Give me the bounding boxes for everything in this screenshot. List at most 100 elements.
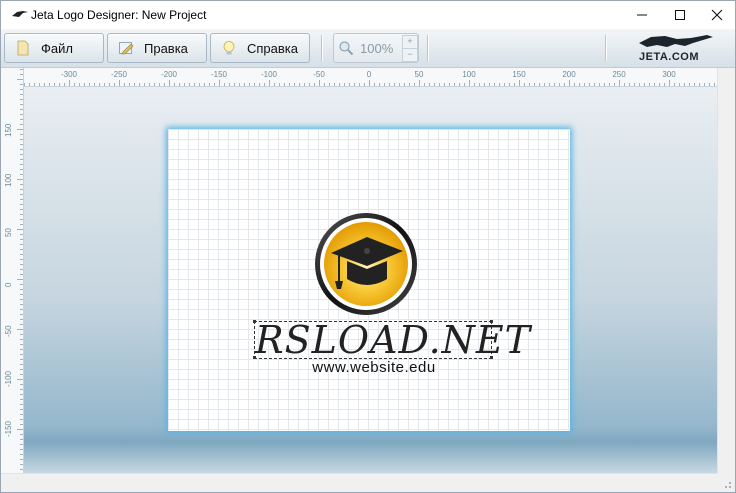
- ruler-tick: [20, 169, 23, 170]
- ruler-tick: [624, 83, 625, 86]
- zoom-value[interactable]: 100%: [360, 41, 393, 56]
- ruler-h-label: 200: [562, 70, 576, 79]
- ruler-tick: [20, 174, 23, 175]
- ruler-v-label: 0: [4, 282, 13, 287]
- ruler-tick: [20, 104, 23, 105]
- ruler-tick: [99, 83, 100, 86]
- ruler-v-label: -150: [4, 420, 13, 437]
- ruler-tick: [20, 269, 23, 270]
- ruler-tick: [599, 83, 600, 86]
- zoom-magnifier-icon: [339, 41, 354, 56]
- ruler-tick: [349, 83, 350, 86]
- ruler-tick: [20, 74, 23, 75]
- help-menu-button[interactable]: Справка: [210, 33, 310, 63]
- ruler-tick: [274, 83, 275, 86]
- graduation-cap-icon[interactable]: [313, 211, 419, 317]
- ruler-tick: [20, 124, 23, 125]
- ruler-tick: [414, 83, 415, 86]
- ruler-tick: [354, 83, 355, 86]
- ruler-tick: [169, 80, 170, 86]
- website-text-layer[interactable]: www.website.edu: [254, 359, 494, 376]
- selection-handle[interactable]: [490, 320, 493, 323]
- vertical-scrollbar[interactable]: [717, 68, 735, 473]
- ruler-tick: [699, 83, 700, 86]
- file-icon: [17, 40, 29, 56]
- zoom-out-button[interactable]: −: [402, 48, 418, 62]
- ruler-tick: [279, 83, 280, 86]
- ruler-tick: [374, 83, 375, 86]
- ruler-tick: [44, 83, 45, 86]
- ruler-tick: [39, 83, 40, 86]
- horizontal-scrollbar[interactable]: [1, 473, 717, 492]
- edit-menu-button[interactable]: Правка: [107, 33, 207, 63]
- ruler-tick: [284, 83, 285, 86]
- ruler-v-label: -100: [4, 370, 13, 387]
- ruler-v-label: 100: [4, 173, 13, 187]
- ruler-tick: [20, 154, 23, 155]
- ruler-tick: [564, 83, 565, 86]
- ruler-tick: [614, 83, 615, 86]
- ruler-tick: [20, 159, 23, 160]
- ruler-tick: [534, 83, 535, 86]
- ruler-tick: [619, 80, 620, 86]
- ruler-tick: [649, 83, 650, 86]
- ruler-tick: [20, 149, 23, 150]
- ruler-h-label: 100: [462, 70, 476, 79]
- ruler-tick: [54, 83, 55, 86]
- ruler-tick: [524, 83, 525, 86]
- ruler-tick: [139, 83, 140, 86]
- ruler-tick: [559, 83, 560, 86]
- ruler-tick: [484, 83, 485, 86]
- ruler-tick: [514, 83, 515, 86]
- ruler-tick: [659, 83, 660, 86]
- ruler-tick: [174, 83, 175, 86]
- ruler-tick: [519, 80, 520, 86]
- zoom-in-button[interactable]: +: [402, 35, 418, 49]
- ruler-tick: [444, 83, 445, 86]
- ruler-tick: [319, 80, 320, 86]
- ruler-tick: [20, 214, 23, 215]
- ruler-v-label: 150: [4, 123, 13, 137]
- logo-page[interactable]: RSLOAD.NET www.website.edu: [168, 129, 570, 431]
- ruler-tick: [454, 83, 455, 86]
- ruler-h-label: 150: [512, 70, 526, 79]
- ruler-tick: [20, 259, 23, 260]
- ruler-tick: [17, 329, 23, 330]
- ruler-tick: [34, 83, 35, 86]
- ruler-tick: [79, 83, 80, 86]
- ruler-tick: [179, 83, 180, 86]
- file-menu-button[interactable]: Файл: [4, 33, 104, 63]
- ruler-tick: [709, 83, 710, 86]
- ruler-tick: [504, 83, 505, 86]
- ruler-h-label: -250: [110, 70, 128, 79]
- design-canvas[interactable]: RSLOAD.NET www.website.edu: [24, 87, 717, 473]
- ruler-tick: [249, 83, 250, 86]
- ruler-tick: [20, 434, 23, 435]
- ruler-tick: [20, 119, 23, 120]
- ruler-tick: [17, 129, 23, 130]
- ruler-tick: [159, 83, 160, 86]
- minimize-button[interactable]: [623, 1, 661, 29]
- ruler-tick: [204, 83, 205, 86]
- ruler-tick: [20, 284, 23, 285]
- toolbar-separator: [605, 35, 606, 61]
- ruler-tick: [20, 304, 23, 305]
- ruler-tick: [20, 359, 23, 360]
- resize-grip[interactable]: [717, 473, 735, 492]
- ruler-tick: [299, 83, 300, 86]
- app-logo-icon: [12, 11, 28, 17]
- ruler-tick: [17, 379, 23, 380]
- ruler-tick: [20, 264, 23, 265]
- ruler-tick: [459, 83, 460, 86]
- close-button[interactable]: [698, 1, 735, 29]
- ruler-tick: [199, 83, 200, 86]
- ruler-tick: [49, 83, 50, 86]
- maximize-button[interactable]: [661, 1, 699, 29]
- ruler-tick: [219, 80, 220, 86]
- ruler-tick: [704, 83, 705, 86]
- ruler-tick: [109, 83, 110, 86]
- selection-handle[interactable]: [253, 320, 256, 323]
- ruler-tick: [20, 319, 23, 320]
- ruler-tick: [469, 80, 470, 86]
- brand-text-layer[interactable]: RSLOAD.NET: [254, 321, 530, 359]
